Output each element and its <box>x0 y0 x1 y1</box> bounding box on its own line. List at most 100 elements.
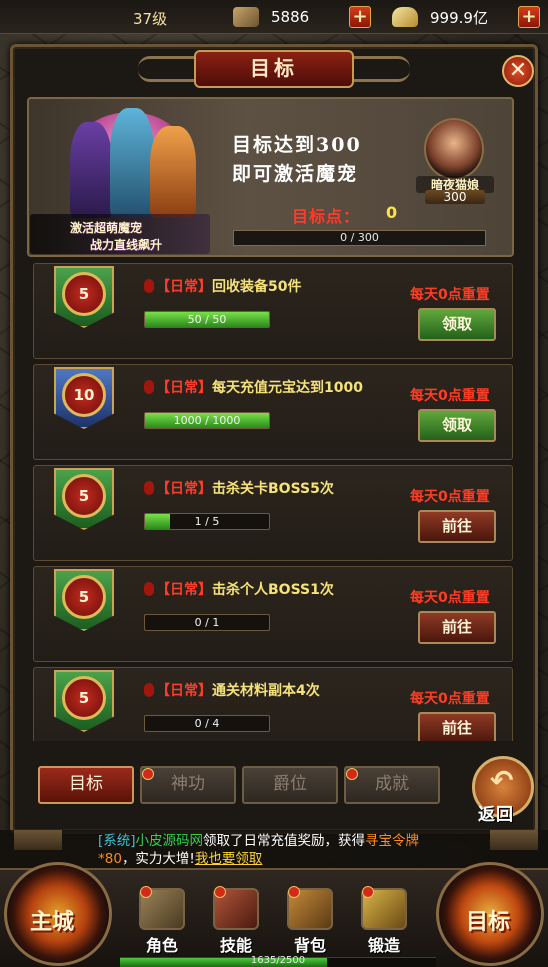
chat-expand-left-icon[interactable] <box>14 830 62 850</box>
task-row: 5 【日常】回收装备50件 50 / 50 每天0点重置 领取 <box>33 263 513 359</box>
task-row: 5 【日常】击杀个人BOSS1次 0 / 1 每天0点重置 前往 <box>33 566 513 662</box>
chat-text: 领取了日常充值奖励，获得 <box>203 833 366 849</box>
flame-icon <box>144 279 154 293</box>
yuanbao-amount: 999.9亿 <box>430 8 488 27</box>
resource-bar: 37级 5886 + 999.9亿 + <box>0 0 548 34</box>
back-label: 返回 <box>478 805 514 825</box>
target-points-value: 0 <box>386 203 398 222</box>
gold-ingot-icon <box>233 7 259 27</box>
flame-icon <box>144 683 154 697</box>
chat-text: ，实力大增! <box>121 851 195 867</box>
pet-portrait[interactable] <box>424 118 484 180</box>
task-progress-bar: 1000 / 1000 <box>144 412 270 429</box>
title-ornament-right <box>354 56 410 82</box>
character-figure <box>150 126 196 218</box>
task-tag: 【日常】 <box>156 481 212 497</box>
task-row: 5 【日常】击杀关卡BOSS5次 1 / 5 每天0点重置 前往 <box>33 465 513 561</box>
go-button[interactable]: 前往 <box>418 712 496 741</box>
back-arrow-icon: ↶ <box>490 764 514 797</box>
task-name: 回收装备50件 <box>212 279 302 295</box>
task-title: 【日常】每天充值元宝达到1000 <box>144 377 363 397</box>
medal-icon: 5 <box>62 676 106 720</box>
gold-resource: 5886 + <box>233 5 371 29</box>
tab-divine-skill[interactable]: 神功 <box>140 766 236 804</box>
notification-dot <box>140 886 152 898</box>
tab-peerage[interactable]: 爵位 <box>242 766 338 804</box>
tab-label: 成就 <box>375 774 409 794</box>
flame-icon <box>144 481 154 495</box>
reset-note: 每天0点重置 <box>410 691 490 707</box>
progress-text: 1 / 5 <box>194 515 220 528</box>
task-tag: 【日常】 <box>156 279 212 295</box>
exp-text: 1635/2500 <box>250 955 306 966</box>
go-button[interactable]: 前往 <box>418 510 496 543</box>
exp-bar: 1635/2500 <box>120 955 436 967</box>
menu-bag[interactable]: 背包 <box>278 886 342 958</box>
flame-icon <box>144 380 154 394</box>
task-list[interactable]: 5 【日常】回收装备50件 50 / 50 每天0点重置 领取 10 【日常】每… <box>33 263 513 741</box>
pet-required-points: 300 <box>425 190 485 204</box>
chat-expand-right-icon[interactable] <box>490 830 538 850</box>
menu-forge[interactable]: 锻造 <box>352 886 416 958</box>
task-progress-bar: 0 / 4 <box>144 715 270 732</box>
target-hud-label: 目标 <box>466 909 511 935</box>
task-progress-bar: 0 / 1 <box>144 614 270 631</box>
task-tag: 【日常】 <box>156 582 212 598</box>
target-line2: 即可激活魔宠 <box>232 163 359 185</box>
task-name: 击杀个人BOSS1次 <box>212 582 334 598</box>
reset-note: 每天0点重置 <box>410 489 490 505</box>
menu-skills[interactable]: 技能 <box>204 886 268 958</box>
notification-dot <box>142 768 154 780</box>
menu-label: 角色 <box>145 936 178 955</box>
claim-button[interactable]: 领取 <box>418 409 496 442</box>
task-name: 击杀关卡BOSS5次 <box>212 481 334 497</box>
task-name: 每天充值元宝达到1000 <box>212 380 363 396</box>
tab-label: 爵位 <box>273 774 307 794</box>
menu-label: 锻造 <box>367 936 400 955</box>
menu-label: 技能 <box>219 936 252 955</box>
target-progress-bar: 0 / 300 <box>233 230 486 246</box>
task-row: 10 【日常】每天充值元宝达到1000 1000 / 1000 每天0点重置 领… <box>33 364 513 460</box>
notification-dot <box>346 768 358 780</box>
claim-button[interactable]: 领取 <box>418 308 496 341</box>
add-gold-button[interactable]: + <box>349 6 371 28</box>
character-figure <box>70 122 112 218</box>
chat-player-name[interactable]: 小皮源码网 <box>136 833 204 849</box>
title-ornament-left <box>138 56 194 82</box>
medal-icon: 10 <box>62 373 106 417</box>
notification-dot <box>214 886 226 898</box>
player-level: 37级 <box>133 10 168 28</box>
progress-text: 50 / 50 <box>187 313 227 326</box>
progress-text: 0 / 1 <box>194 616 220 629</box>
task-name: 通关材料副本4次 <box>212 683 320 699</box>
target-description: 目标达到300 即可激活魔宠 <box>232 131 362 189</box>
yuanbao-resource: 999.9亿 + <box>392 5 540 29</box>
notification-dot <box>362 886 374 898</box>
go-button[interactable]: 前往 <box>418 611 496 644</box>
tab-target[interactable]: 目标 <box>38 766 134 804</box>
reset-note: 每天0点重置 <box>410 287 490 303</box>
task-tag: 【日常】 <box>156 380 212 396</box>
medal-icon: 5 <box>62 575 106 619</box>
task-progress-bar: 1 / 5 <box>144 513 270 530</box>
chat-claim-link[interactable]: 我也要领取 <box>195 851 263 867</box>
menu-character[interactable]: 角色 <box>130 886 194 958</box>
task-tag: 【日常】 <box>156 683 212 699</box>
reset-note: 每天0点重置 <box>410 590 490 606</box>
task-progress-bar: 50 / 50 <box>144 311 270 328</box>
reset-note: 每天0点重置 <box>410 388 490 404</box>
menu-label: 背包 <box>293 936 326 955</box>
flame-icon <box>144 582 154 596</box>
target-line1: 目标达到300 <box>232 134 362 156</box>
close-button[interactable]: ✕ <box>502 55 534 87</box>
progress-text: 1000 / 1000 <box>173 414 241 427</box>
task-title: 【日常】通关材料副本4次 <box>144 680 320 700</box>
tab-achievement[interactable]: 成就 <box>344 766 440 804</box>
banner-tag-line2: 战力直线飙升 <box>90 238 163 252</box>
character-figure <box>110 108 154 218</box>
add-yuanbao-button[interactable]: + <box>518 6 540 28</box>
chat-channel: [系统] <box>98 833 136 849</box>
tab-label: 神功 <box>171 774 205 794</box>
medal-icon: 5 <box>62 474 106 518</box>
main-city-label: 主城 <box>30 909 75 935</box>
